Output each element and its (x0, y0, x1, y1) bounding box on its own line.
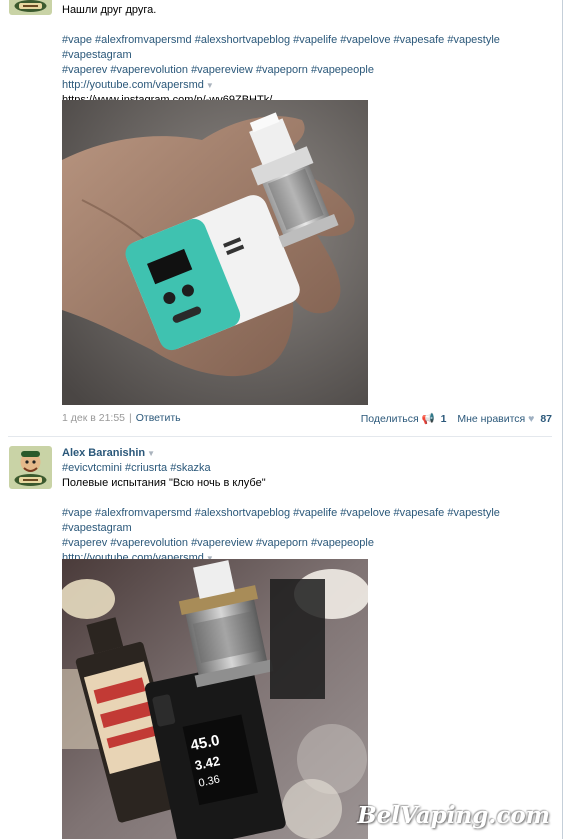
hashtag-link[interactable]: #criusrta (125, 462, 167, 474)
post2-text: Полевые испытания "Всю ночь в клубе" (62, 477, 266, 489)
post1-body: Нашли друг друга. #vape #alexfromvapersm… (62, 3, 542, 108)
post1-hashtags-line2: #vaperev #vaperevolution #vapereview #va… (62, 63, 542, 78)
post1-reply-link[interactable]: Ответить (136, 412, 181, 424)
heart-icon[interactable]: ♥ (528, 413, 534, 425)
post2-author[interactable]: Alex Baranishin (62, 447, 145, 459)
hashtag-link[interactable]: #vapereview (191, 64, 253, 76)
share-count: 1 (440, 413, 447, 425)
hashtag-link[interactable]: #alexfromvapersmd (95, 34, 192, 46)
hashtag-link[interactable]: #evicvtcmini (62, 462, 122, 474)
hashtag-link[interactable]: #vapereview (191, 537, 253, 549)
hashtag-link[interactable]: #vapestagram (62, 49, 132, 61)
post2-body: Alex Baranishin ▼ #evicvtcmini #criusrta … (62, 446, 542, 566)
hashtag-link[interactable]: #alexfromvapersmd (95, 507, 192, 519)
hashtag-link[interactable]: #vapepeople (311, 537, 374, 549)
hashtag-link[interactable]: #vapesafe (394, 34, 445, 46)
hashtag-link[interactable]: #vapestyle (447, 34, 500, 46)
hashtag-link[interactable]: #vapestyle (447, 507, 500, 519)
hashtag-link[interactable]: #vaperev (62, 64, 107, 76)
hashtag-link[interactable]: #vapelove (340, 507, 390, 519)
wall-feed: Нашли друг друга. #vape #alexfromvapersm… (0, 0, 563, 839)
expand-caret-icon[interactable]: ▼ (206, 81, 214, 90)
hashtag-link[interactable]: #vapeporn (256, 64, 308, 76)
share-button[interactable]: Поделиться (361, 413, 419, 425)
like-button[interactable]: Мне нравится (457, 413, 525, 425)
post1-time[interactable]: 1 дек в 21:55 (62, 412, 125, 424)
hashtag-link[interactable]: #vaperevolution (110, 537, 188, 549)
post1-hashtags-line1: #vape #alexfromvapersmd #alexshortvapebl… (62, 33, 542, 63)
post2-hashtags-line2: #vaperev #vaperevolution #vapereview #va… (62, 536, 542, 551)
hashtag-link[interactable]: #vaperevolution (110, 64, 188, 76)
post2-hashtags-line1: #vape #alexfromvapersmd #alexshortvapebl… (62, 506, 542, 536)
hashtag-link[interactable]: #vapepeople (311, 64, 374, 76)
megaphone-icon[interactable]: 📢 (422, 413, 435, 425)
post1-photo[interactable] (62, 100, 368, 405)
hashtag-link[interactable]: #vaperev (62, 537, 107, 549)
post2-tags-top: #evicvtcmini #criusrta #skazka (62, 461, 542, 476)
post1-avatar[interactable] (9, 0, 52, 15)
hashtag-link[interactable]: #vapestagram (62, 522, 132, 534)
post1-text: Нашли друг друга. (62, 4, 157, 16)
hashtag-link[interactable]: #vapelife (293, 507, 337, 519)
author-caret-icon[interactable]: ▼ (147, 449, 155, 458)
post1-actions: Поделиться 📢 1 Мне нравится ♥ 87 (361, 412, 552, 425)
hashtag-link[interactable]: #vapeporn (256, 537, 308, 549)
post2-photo[interactable]: 45.0 3.42 0.36 (62, 559, 368, 839)
watermark: BelVaping.com (357, 802, 550, 829)
hashtag-link[interactable]: #vapelife (293, 34, 337, 46)
like-count: 87 (540, 413, 552, 425)
post1-meta: 1 дек в 21:55 | Ответить Поделиться 📢 1 Мн… (62, 412, 552, 425)
hashtag-link[interactable]: #vape (62, 507, 92, 519)
hashtag-link[interactable]: #skazka (170, 462, 210, 474)
post2-avatar[interactable] (9, 446, 52, 489)
hashtag-link[interactable]: #vapelove (340, 34, 390, 46)
post-divider (8, 436, 552, 437)
hashtag-link[interactable]: #alexshortvapeblog (195, 507, 290, 519)
hashtag-link[interactable]: #alexshortvapeblog (195, 34, 290, 46)
post1-youtube-link[interactable]: http://youtube.com/vapersmd (62, 79, 204, 91)
hashtag-link[interactable]: #vapesafe (394, 507, 445, 519)
hashtag-link[interactable]: #vape (62, 34, 92, 46)
